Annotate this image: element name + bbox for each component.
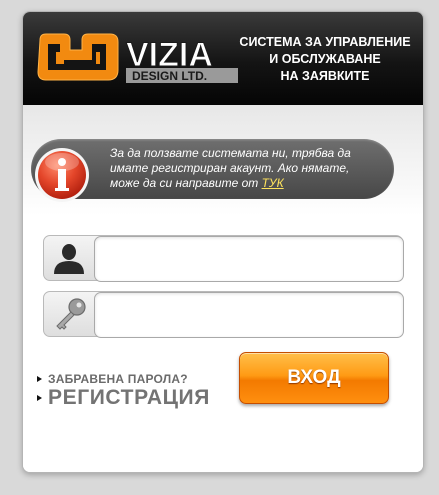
notice-text: За да ползвате системата ни, трябва да и… xyxy=(110,146,382,191)
header-bar: VIZIA DESIGN LTD. СИСТЕМА ЗА УПРАВЛЕНИЕ … xyxy=(23,12,423,105)
password-field xyxy=(43,291,404,338)
register-here-link[interactable]: ТУК xyxy=(262,176,284,190)
forgot-password-link[interactable]: ЗАБРАВЕНА ПАРОЛА? xyxy=(37,372,210,386)
notice-message: За да ползвате системата ни, трябва да и… xyxy=(110,146,351,190)
forgot-password-label: ЗАБРАВЕНА ПАРОЛА? xyxy=(48,372,188,386)
user-icon xyxy=(54,244,84,274)
password-input[interactable] xyxy=(94,292,404,338)
username-input[interactable] xyxy=(94,236,404,282)
system-title: СИСТЕМА ЗА УПРАВЛЕНИЕ И ОБСЛУЖАВАНЕ НА З… xyxy=(239,35,411,83)
info-icon xyxy=(35,148,89,202)
username-field xyxy=(43,235,404,282)
logo-subtitle: DESIGN LTD. xyxy=(132,69,207,83)
bullet-arrow-icon xyxy=(37,395,42,401)
login-button[interactable]: ВХОД xyxy=(239,352,389,404)
bullet-arrow-icon xyxy=(37,376,42,382)
register-label: РЕГИСТРАЦИЯ xyxy=(48,386,210,409)
company-logo: VIZIA DESIGN LTD. xyxy=(37,33,238,83)
account-links: ЗАБРАВЕНА ПАРОЛА? РЕГИСТРАЦИЯ xyxy=(37,372,210,410)
login-panel: VIZIA DESIGN LTD. СИСТЕМА ЗА УПРАВЛЕНИЕ … xyxy=(22,11,424,473)
key-icon xyxy=(56,298,86,330)
register-link[interactable]: РЕГИСТРАЦИЯ xyxy=(37,386,210,410)
